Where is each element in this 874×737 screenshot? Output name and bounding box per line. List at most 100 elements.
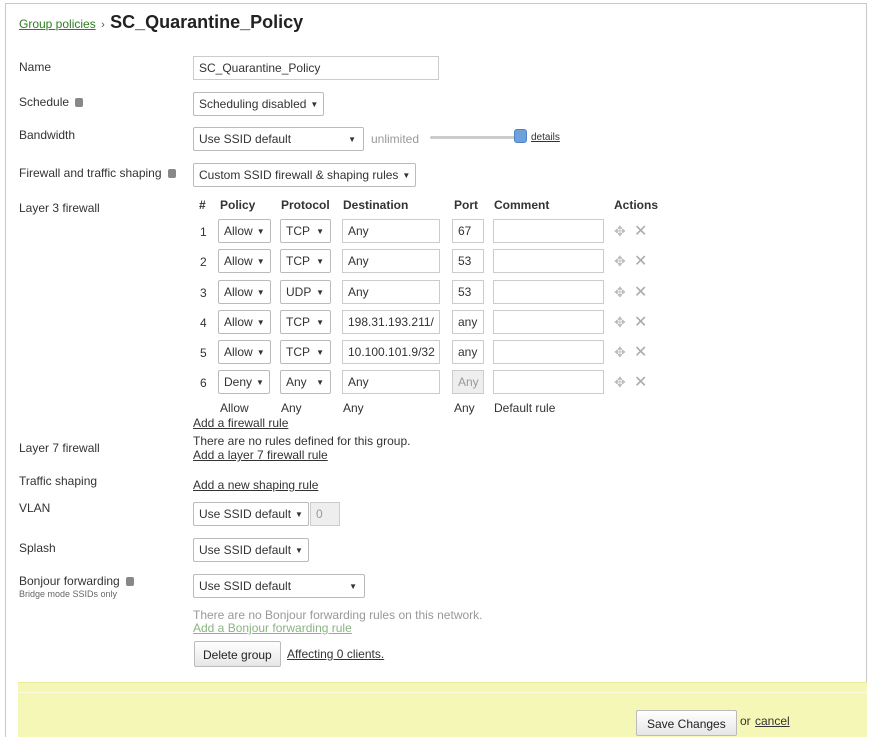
page-title: SC_Quarantine_Policy — [110, 12, 304, 32]
bandwidth-select[interactable]: Use SSID default ▼ — [193, 127, 364, 151]
rule-comment-input[interactable] — [493, 310, 604, 334]
caret-down-icon: ▼ — [316, 257, 324, 266]
move-icon[interactable]: ✥ — [614, 314, 626, 331]
group-policies-link[interactable]: Group policies — [19, 17, 96, 31]
close-icon[interactable]: ✕ — [634, 282, 647, 302]
caret-down-icon: ▼ — [295, 546, 303, 555]
bandwidth-slider-handle[interactable] — [514, 129, 527, 143]
name-input[interactable]: SC_Quarantine_Policy — [193, 56, 439, 80]
col-policy-header: Policy — [220, 198, 256, 212]
move-icon[interactable]: ✥ — [614, 344, 626, 361]
rule-port-input[interactable]: 53 — [452, 280, 484, 304]
add-bonjour-rule-link[interactable]: Add a Bonjour forwarding rule — [193, 621, 352, 635]
rule-policy-select[interactable]: Allow ▼ — [218, 249, 271, 273]
delete-group-button[interactable]: Delete group — [194, 641, 281, 667]
info-icon[interactable] — [167, 169, 176, 178]
schedule-value: Scheduling disabled — [199, 97, 307, 111]
add-firewall-rule-link[interactable]: Add a firewall rule — [193, 416, 288, 430]
caret-down-icon: ▼ — [256, 348, 265, 357]
vlan-label: VLAN — [19, 501, 51, 515]
close-icon[interactable]: ✕ — [634, 372, 647, 392]
cancel-link[interactable]: cancel — [755, 714, 790, 728]
add-layer7-rule-link[interactable]: Add a layer 7 firewall rule — [193, 448, 328, 462]
rule-destination-input[interactable]: 198.31.193.211/ — [342, 310, 440, 334]
schedule-select[interactable]: Scheduling disabled ▼ — [193, 92, 325, 116]
caret-down-icon: ▼ — [316, 348, 324, 357]
move-icon[interactable]: ✥ — [614, 253, 626, 270]
col-num-header: # — [199, 198, 206, 212]
caret-down-icon: ▼ — [316, 378, 324, 387]
layer7-label: Layer 7 firewall — [19, 441, 100, 455]
rule-comment-input[interactable] — [493, 219, 604, 243]
rule-protocol-select[interactable]: TCP ▼ — [280, 310, 331, 334]
rule-policy-select[interactable]: Allow ▼ — [218, 219, 271, 243]
info-icon[interactable] — [75, 98, 84, 107]
rule-policy-value: Deny — [224, 375, 253, 389]
bonjour-select[interactable]: Use SSID default ▼ — [193, 574, 365, 598]
rule-port-input[interactable]: 53 — [452, 249, 484, 273]
bandwidth-details-link[interactable]: details — [531, 132, 560, 143]
splash-select[interactable]: Use SSID default ▼ — [193, 538, 309, 562]
vlan-id-input[interactable]: 0 — [310, 502, 340, 526]
rule-comment-input[interactable] — [493, 370, 604, 394]
rule-destination-input[interactable]: Any — [342, 219, 440, 243]
bandwidth-label: Bandwidth — [19, 128, 76, 142]
close-icon[interactable]: ✕ — [634, 221, 647, 241]
rule-port-input[interactable]: 67 — [452, 219, 484, 243]
rule-protocol-select[interactable]: TCP ▼ — [280, 249, 331, 273]
move-icon[interactable]: ✥ — [614, 374, 626, 391]
move-icon[interactable]: ✥ — [614, 284, 626, 301]
rule-protocol-select[interactable]: TCP ▼ — [280, 340, 331, 364]
or-text: or — [740, 714, 751, 728]
firewall-shaping-select[interactable]: Custom SSID firewall & shaping rules ▼ — [193, 163, 417, 187]
rule-number: 1 — [200, 225, 207, 239]
caret-down-icon: ▼ — [316, 288, 324, 297]
close-icon[interactable]: ✕ — [634, 251, 647, 271]
close-icon[interactable]: ✕ — [634, 312, 647, 332]
rule-destination-input[interactable]: Any — [342, 370, 440, 394]
rule-protocol-select[interactable]: TCP ▼ — [280, 219, 331, 243]
schedule-label-wrap: Schedule — [19, 95, 84, 109]
default-policy: Allow — [220, 401, 249, 415]
rule-destination-input[interactable]: Any — [342, 280, 440, 304]
rule-policy-value: Allow — [224, 345, 253, 359]
rule-destination-input[interactable]: 10.100.101.9/32 — [342, 340, 440, 364]
rule-comment-input[interactable] — [493, 280, 604, 304]
rule-port-input[interactable]: Any — [452, 370, 484, 394]
rule-policy-select[interactable]: Allow ▼ — [218, 340, 271, 364]
rule-comment-input[interactable] — [493, 249, 604, 273]
col-port-header: Port — [454, 198, 478, 212]
rule-destination-input[interactable]: Any — [342, 249, 440, 273]
rule-comment-input[interactable] — [493, 340, 604, 364]
rule-port-input[interactable]: any — [452, 340, 484, 364]
rule-protocol-value: TCP — [286, 345, 310, 359]
affecting-clients-link[interactable]: Affecting 0 clients. — [287, 647, 384, 661]
info-icon[interactable] — [125, 577, 134, 586]
bandwidth-slider-track[interactable] — [430, 136, 522, 139]
move-icon[interactable]: ✥ — [614, 223, 626, 240]
firewall-shaping-label-wrap: Firewall and traffic shaping — [19, 166, 176, 180]
caret-down-icon: ▼ — [295, 510, 303, 519]
vlan-select[interactable]: Use SSID default ▼ — [193, 502, 309, 526]
rule-protocol-value: TCP — [286, 315, 310, 329]
rule-protocol-value: TCP — [286, 254, 310, 268]
col-actions-header: Actions — [614, 198, 659, 212]
col-protocol-header: Protocol — [281, 198, 330, 212]
rule-policy-select[interactable]: Allow ▼ — [218, 280, 271, 304]
caret-down-icon: ▼ — [256, 318, 265, 327]
rule-policy-select[interactable]: Allow ▼ — [218, 310, 271, 334]
rule-protocol-select[interactable]: UDP ▼ — [280, 280, 331, 304]
rule-port-input[interactable]: any — [452, 310, 484, 334]
close-icon[interactable]: ✕ — [634, 342, 647, 362]
rule-protocol-select[interactable]: Any ▼ — [280, 370, 331, 394]
save-bar-divider — [18, 692, 867, 693]
add-shaping-rule-link[interactable]: Add a new shaping rule — [193, 478, 318, 492]
rule-policy-select[interactable]: Deny ▼ — [218, 370, 270, 394]
rule-number: 6 — [200, 376, 207, 390]
layer3-label: Layer 3 firewall — [19, 201, 100, 215]
default-destination: Any — [343, 401, 364, 415]
save-changes-button[interactable]: Save Changes — [636, 710, 737, 736]
rule-policy-value: Allow — [224, 254, 253, 268]
caret-down-icon: ▼ — [316, 318, 324, 327]
rule-number: 4 — [200, 316, 207, 330]
